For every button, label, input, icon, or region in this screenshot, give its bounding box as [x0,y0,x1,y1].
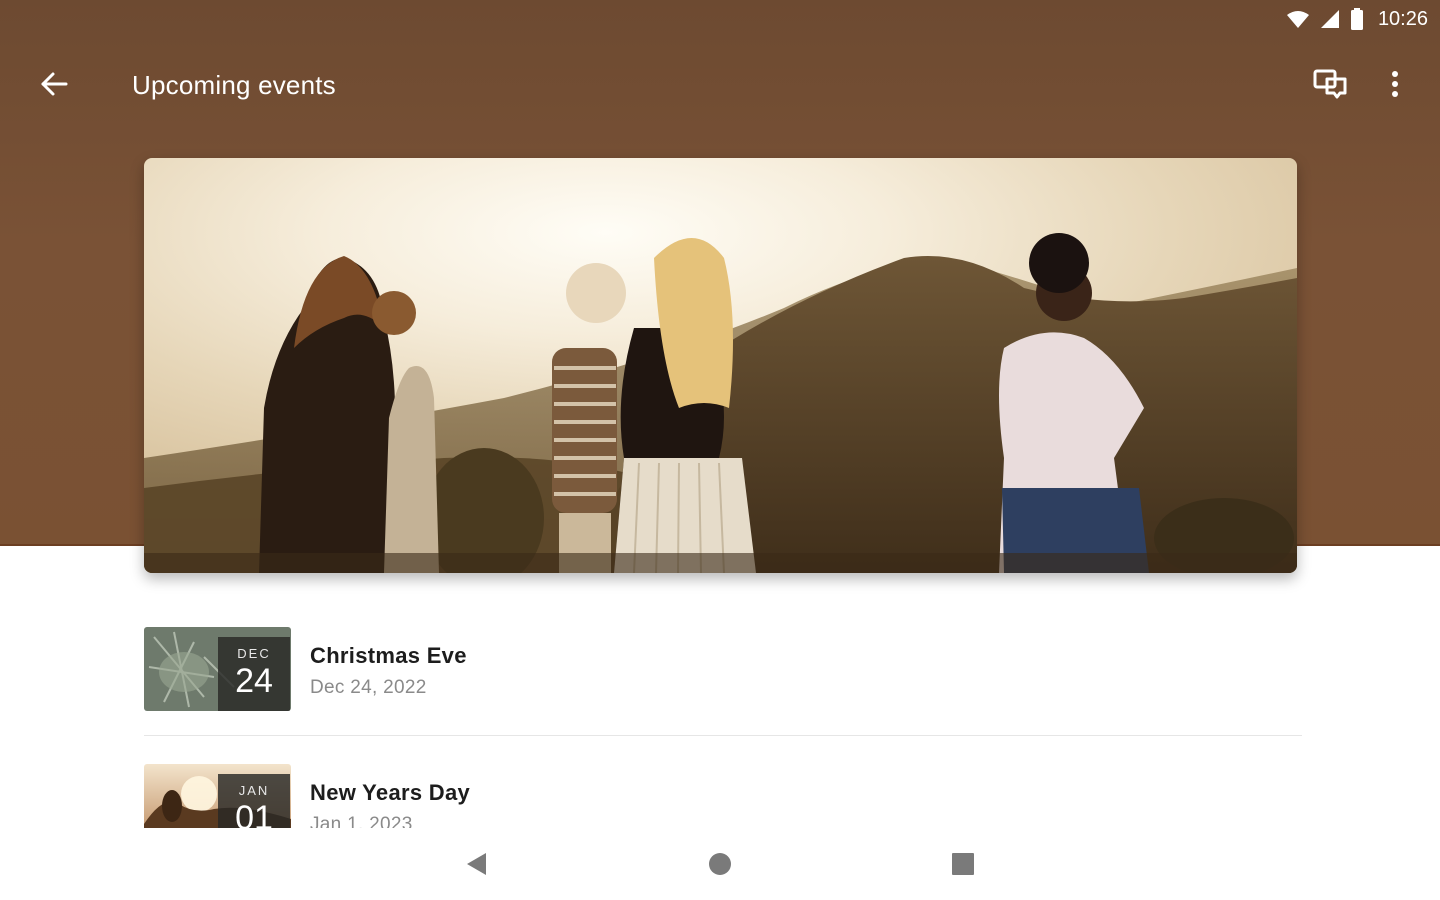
event-title: Christmas Eve [310,643,467,668]
nav-recents-icon [951,852,975,881]
screen: 10:26 Upcoming events DEC 24 Christmas E… [0,0,1440,900]
back-button[interactable] [30,64,78,108]
date-month: JAN [238,783,270,798]
event-date: Jan 1, 2023 [310,814,413,828]
event-date: Dec 24, 2022 [310,677,427,698]
hero-photo-image [144,158,1297,573]
nav-recents-button[interactable] [941,844,985,888]
date-badge: JAN 01 [218,774,290,828]
system-nav-bar [0,830,1440,900]
date-month: DEC [237,646,271,661]
hero-image-card[interactable] [144,158,1297,573]
nav-back-icon [464,851,488,882]
nav-home-button[interactable] [698,844,742,888]
back-arrow-icon [39,71,69,102]
status-time: 10:26 [1377,7,1428,30]
status-bar: 10:26 [1286,0,1440,38]
app-bar: Upcoming events [0,52,1440,118]
nav-back-button[interactable] [454,844,498,888]
date-day: 01 [235,799,273,828]
cell-signal-icon [1320,9,1340,29]
chat-button[interactable] [1306,64,1356,108]
page-title: Upcoming events [132,70,336,100]
event-thumbnail: DEC 24 [144,627,291,711]
nav-home-icon [708,852,732,881]
event-title: New Years Day [310,780,471,805]
event-item[interactable]: JAN 01 New Years Day Jan 1, 2023 [144,764,1302,828]
date-day: 24 [235,662,273,700]
more-options-button[interactable] [1374,64,1416,108]
date-badge: DEC 24 [218,637,290,711]
more-vert-icon [1391,70,1399,103]
event-item[interactable]: DEC 24 Christmas Eve Dec 24, 2022 [144,627,1302,737]
list-divider [144,735,1302,736]
battery-icon [1350,8,1364,30]
wifi-icon [1286,9,1310,29]
event-thumbnail: JAN 01 [144,764,291,828]
chat-icon [1313,68,1349,105]
